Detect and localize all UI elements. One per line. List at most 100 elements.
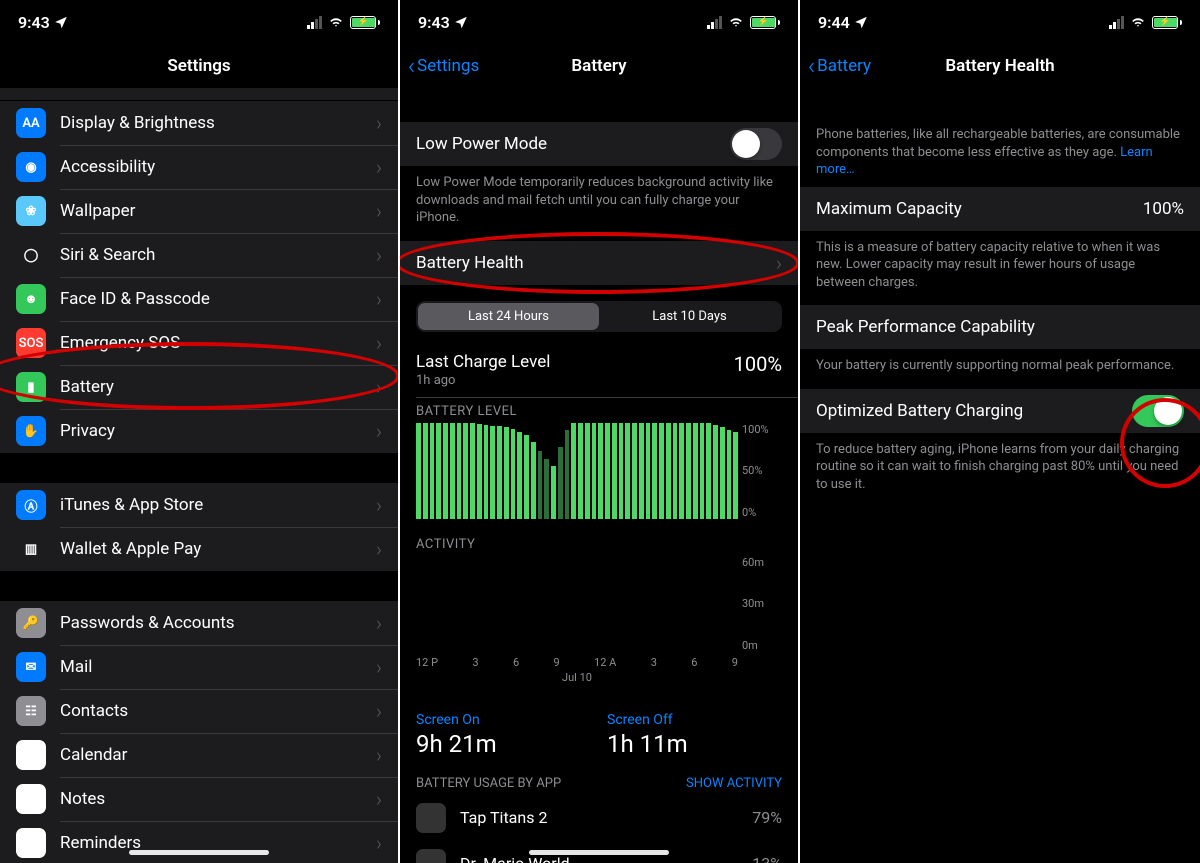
activity-header: ACTIVITY	[400, 523, 798, 556]
settings-row-calendar-icon[interactable]: ▦Calendar›	[0, 733, 398, 777]
settings-row-mail-icon[interactable]: ✉Mail›	[0, 645, 398, 689]
settings-row-sos-icon[interactable]: SOSEmergency SOS›	[0, 321, 398, 365]
status-time: 9:43	[418, 13, 450, 32]
seg-24h[interactable]: Last 24 Hours	[418, 303, 599, 330]
signal-icon	[707, 16, 722, 29]
home-indicator[interactable]	[129, 850, 269, 855]
location-icon	[854, 15, 868, 29]
settings-row-wallpaper-icon[interactable]: ❀Wallpaper›	[0, 189, 398, 233]
peak-performance-desc: Your battery is currently supporting nor…	[800, 349, 1200, 389]
navbar: Settings	[0, 44, 398, 88]
settings-row-siri-icon[interactable]: ◯Siri & Search›	[0, 233, 398, 277]
activity-chart: 60m30m0m	[416, 556, 782, 652]
privacy-icon: ✋	[16, 416, 46, 446]
usage-header: BATTERY USAGE BY APP	[416, 776, 561, 791]
location-icon	[54, 15, 68, 29]
page-title: Battery	[571, 56, 626, 76]
appstore-icon: Ⓐ	[16, 490, 46, 520]
settings-row-notes-icon[interactable]: ▤Notes›	[0, 777, 398, 821]
settings-row-contacts-icon[interactable]: ☷Contacts›	[0, 689, 398, 733]
last-charge-value: 100%	[734, 352, 782, 376]
chevron-right-icon: ›	[376, 699, 382, 723]
status-bar: 9:43 ⚡	[400, 0, 798, 44]
x-axis-labels: 12 P36912 A369	[416, 656, 782, 669]
chevron-right-icon: ›	[376, 375, 382, 399]
time-range-segment: Last 24 Hours Last 10 Days	[416, 301, 782, 332]
intro-text: Phone batteries, like all rechargeable b…	[800, 88, 1200, 187]
battery-health-row[interactable]: Battery Health ›	[400, 241, 798, 285]
last-charge-row: Last Charge Level 1h ago 100%	[400, 348, 798, 398]
max-capacity-desc: This is a measure of battery capacity re…	[800, 231, 1200, 306]
navbar: ‹Battery Battery Health	[800, 44, 1200, 88]
chevron-right-icon: ›	[376, 243, 382, 267]
battery-screen: 9:43 ⚡ ‹Settings Battery Low Power Mode …	[400, 0, 800, 863]
navbar: ‹Settings Battery	[400, 44, 798, 88]
status-bar: 9:43 ⚡	[0, 0, 398, 44]
peak-performance-row: Peak Performance Capability	[800, 305, 1200, 349]
chevron-right-icon: ›	[376, 199, 382, 223]
wifi-icon	[727, 15, 745, 29]
wallpaper-icon: ❀	[16, 196, 46, 226]
wifi-icon	[327, 15, 345, 29]
battery-health-screen: 9:44 ⚡ ‹Battery Battery Health Phone bat…	[800, 0, 1200, 863]
settings-row-reminders-icon[interactable]: ☑Reminders›	[0, 821, 398, 863]
chevron-right-icon: ›	[376, 419, 382, 443]
home-indicator[interactable]	[529, 850, 669, 855]
chevron-right-icon: ›	[376, 331, 382, 355]
settings-screen: 9:43 ⚡ Settings AADisplay & Brightness›◉…	[0, 0, 400, 863]
chevron-right-icon: ›	[376, 155, 382, 179]
seg-10d[interactable]: Last 10 Days	[599, 303, 780, 330]
chevron-left-icon: ‹	[808, 54, 815, 78]
chevron-right-icon: ›	[376, 655, 382, 679]
chevron-right-icon: ›	[376, 287, 382, 311]
settings-row-battery-icon[interactable]: ▮Battery›	[0, 365, 398, 409]
chevron-left-icon: ‹	[408, 54, 415, 78]
optimized-charging-desc: To reduce battery aging, iPhone learns f…	[800, 433, 1200, 508]
status-time: 9:44	[818, 13, 850, 32]
settings-row-accessibility-icon[interactable]: ◉Accessibility›	[0, 145, 398, 189]
chevron-right-icon: ›	[376, 743, 382, 767]
accessibility-icon: ◉	[16, 152, 46, 182]
settings-row-display-icon[interactable]: AADisplay & Brightness›	[0, 101, 398, 145]
low-power-toggle[interactable]	[730, 128, 782, 160]
optimized-charging-row[interactable]: Optimized Battery Charging	[800, 389, 1200, 433]
settings-row-privacy-icon[interactable]: ✋Privacy›	[0, 409, 398, 453]
settings-row-appstore-icon[interactable]: ⒶiTunes & App Store›	[0, 483, 398, 527]
signal-icon	[1109, 16, 1124, 29]
mail-icon: ✉	[16, 652, 46, 682]
back-button[interactable]: ‹Settings	[408, 54, 479, 78]
battery-status-icon: ⚡	[750, 16, 780, 29]
chevron-right-icon: ›	[376, 537, 382, 561]
optimized-charging-toggle[interactable]	[1132, 395, 1184, 427]
date-label: Jul 10	[416, 671, 782, 684]
settings-row-wallet-icon[interactable]: ▥Wallet & Apple Pay›	[0, 527, 398, 571]
settings-row-passwords-icon[interactable]: 🔑Passwords & Accounts›	[0, 601, 398, 645]
battery-status-icon: ⚡	[1152, 16, 1182, 29]
status-bar: 9:44 ⚡	[800, 0, 1200, 44]
contacts-icon: ☷	[16, 696, 46, 726]
wallet-icon: ▥	[16, 534, 46, 564]
chevron-right-icon: ›	[376, 111, 382, 135]
app-usage-row[interactable]: Tap Titans 279%	[400, 795, 798, 841]
back-button[interactable]: ‹Battery	[808, 54, 871, 78]
low-power-mode-row[interactable]: Low Power Mode	[400, 122, 798, 166]
battery-status-icon: ⚡	[350, 16, 380, 29]
sos-icon: SOS	[16, 328, 46, 358]
faceid-icon: ☻	[16, 284, 46, 314]
passwords-icon: 🔑	[16, 608, 46, 638]
chevron-right-icon: ›	[376, 831, 382, 855]
show-activity-button[interactable]: SHOW ACTIVITY	[686, 776, 782, 791]
screen-time-summary: Screen On9h 21m Screen Off1h 11m	[400, 696, 798, 766]
signal-icon	[307, 16, 322, 29]
chevron-right-icon: ›	[776, 251, 782, 275]
chevron-right-icon: ›	[376, 493, 382, 517]
battery-level-header: BATTERY LEVEL	[400, 398, 798, 423]
wifi-icon	[1129, 15, 1147, 29]
max-capacity-value: 100%	[1143, 199, 1184, 219]
calendar-icon: ▦	[16, 740, 46, 770]
settings-row-faceid-icon[interactable]: ☻Face ID & Passcode›	[0, 277, 398, 321]
notes-icon: ▤	[16, 784, 46, 814]
low-power-desc: Low Power Mode temporarily reduces backg…	[400, 166, 798, 241]
app-icon	[416, 803, 446, 833]
battery-level-chart: 100%50%0%	[416, 423, 782, 519]
